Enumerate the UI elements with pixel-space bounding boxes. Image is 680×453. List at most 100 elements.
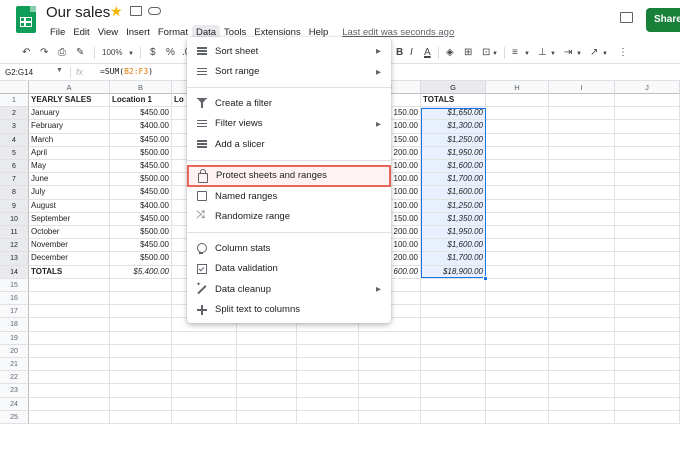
grid-cell[interactable] (549, 292, 615, 306)
grid-cell[interactable] (110, 278, 172, 292)
name-box-chevron-down-icon[interactable]: ▼ (56, 67, 63, 74)
wrap-chevron-down-icon[interactable]: ▼ (576, 48, 582, 61)
grid-cell[interactable] (172, 410, 237, 424)
grid-cell[interactable] (237, 410, 297, 424)
grid-cell[interactable] (29, 318, 110, 332)
cell-value[interactable]: $500.00 (110, 146, 172, 160)
row-header[interactable]: 23 (0, 384, 29, 398)
menu-item-split-text[interactable]: Split text to columns (187, 300, 391, 321)
cell-value[interactable]: June (29, 173, 110, 187)
cell-value[interactable]: $5,400.00 (110, 265, 172, 279)
text-wrap-icon[interactable]: ⇥ (564, 46, 572, 59)
cell-value[interactable]: December (29, 252, 110, 266)
cell-value[interactable]: August (29, 199, 110, 213)
grid-cell[interactable] (421, 331, 486, 345)
zoom-select[interactable]: 100% (102, 46, 122, 59)
grid-cell[interactable] (486, 410, 549, 424)
grid-cell[interactable] (421, 358, 486, 372)
cell-value[interactable]: October (29, 226, 110, 240)
undo-icon[interactable]: ↶ (22, 46, 30, 59)
grid-cell[interactable] (549, 305, 615, 319)
grid-cell[interactable] (421, 318, 486, 332)
grid-cell[interactable] (359, 371, 421, 385)
row-header[interactable]: 5 (0, 146, 29, 160)
grid-cell[interactable] (486, 146, 549, 160)
grid-cell[interactable] (486, 384, 549, 398)
grid-cell[interactable] (486, 331, 549, 345)
cell-value[interactable]: $1,300.00 (421, 120, 486, 134)
row-header[interactable]: 13 (0, 252, 29, 266)
grid-cell[interactable] (29, 278, 110, 292)
merge-chevron-down-icon[interactable]: ▼ (492, 48, 498, 61)
cell-value[interactable]: March (29, 133, 110, 147)
grid-cell[interactable] (549, 265, 615, 279)
grid-cell[interactable] (549, 186, 615, 200)
horizontal-align-icon[interactable]: ≡ (512, 46, 518, 59)
cell-value[interactable]: $450.00 (110, 107, 172, 121)
halign-chevron-down-icon[interactable]: ▼ (524, 48, 530, 61)
grid-cell[interactable] (237, 384, 297, 398)
grid-cell[interactable] (421, 278, 486, 292)
rotation-chevron-down-icon[interactable]: ▼ (602, 48, 608, 61)
grid-cell[interactable] (549, 120, 615, 134)
zoom-chevron-down-icon[interactable]: ▼ (128, 48, 134, 61)
row-header[interactable]: 12 (0, 239, 29, 253)
grid-cell[interactable] (615, 331, 680, 345)
row-header[interactable]: 4 (0, 133, 29, 147)
grid-cell[interactable] (172, 384, 237, 398)
menu-item-randomize-range[interactable]: Randomize range (187, 207, 391, 228)
cell-value[interactable]: $400.00 (110, 199, 172, 213)
print-icon[interactable]: ⎙ (58, 46, 66, 59)
row-header[interactable]: 2 (0, 107, 29, 121)
grid-cell[interactable] (110, 318, 172, 332)
grid-cell[interactable] (359, 331, 421, 345)
grid-cell[interactable] (615, 292, 680, 306)
grid-cell[interactable] (615, 173, 680, 187)
grid-cell[interactable] (486, 173, 549, 187)
menu-item-protect-sheets[interactable]: Protect sheets and ranges (187, 164, 391, 187)
cell-value[interactable]: $500.00 (110, 226, 172, 240)
grid-cell[interactable] (110, 331, 172, 345)
select-all-corner[interactable] (0, 81, 29, 94)
grid-cell[interactable] (486, 212, 549, 226)
menu-item-add-slicer[interactable]: Add a slicer (187, 134, 391, 155)
grid-cell[interactable] (486, 186, 549, 200)
grid-cell[interactable] (237, 397, 297, 411)
grid-cell[interactable] (615, 278, 680, 292)
grid-cell[interactable] (110, 305, 172, 319)
cell-value[interactable]: $1,250.00 (421, 199, 486, 213)
grid-cell[interactable] (615, 318, 680, 332)
grid-cell[interactable] (29, 331, 110, 345)
grid-cell[interactable] (486, 305, 549, 319)
cell-value[interactable]: $500.00 (110, 173, 172, 187)
grid-cell[interactable] (486, 160, 549, 174)
grid-cell[interactable] (29, 292, 110, 306)
column-header[interactable]: J (615, 81, 680, 94)
grid-cell[interactable] (29, 344, 110, 358)
grid-cell[interactable] (297, 344, 359, 358)
grid-cell[interactable] (615, 160, 680, 174)
grid-cell[interactable] (615, 384, 680, 398)
grid-cell[interactable] (486, 278, 549, 292)
grid-cell[interactable] (29, 371, 110, 385)
grid-cell[interactable] (486, 265, 549, 279)
row-header[interactable]: 7 (0, 173, 29, 187)
grid-cell[interactable] (615, 265, 680, 279)
grid-cell[interactable] (549, 133, 615, 147)
row-header[interactable]: 19 (0, 331, 29, 345)
grid-cell[interactable] (29, 305, 110, 319)
grid-cell[interactable] (110, 358, 172, 372)
cell-value[interactable]: $1,950.00 (421, 146, 486, 160)
grid-cell[interactable] (486, 344, 549, 358)
column-header[interactable]: G (421, 81, 486, 94)
grid-cell[interactable] (110, 292, 172, 306)
row-header[interactable]: 11 (0, 226, 29, 240)
cell-value[interactable]: February (29, 120, 110, 134)
grid-cell[interactable] (486, 371, 549, 385)
cell-value[interactable]: $450.00 (110, 186, 172, 200)
comment-history-icon[interactable] (620, 12, 633, 23)
menu-item-data-cleanup[interactable]: Data cleanup ▶ (187, 279, 391, 300)
cell-value[interactable]: $18,900.00 (421, 265, 486, 279)
grid-cell[interactable] (421, 305, 486, 319)
grid-cell[interactable] (486, 318, 549, 332)
